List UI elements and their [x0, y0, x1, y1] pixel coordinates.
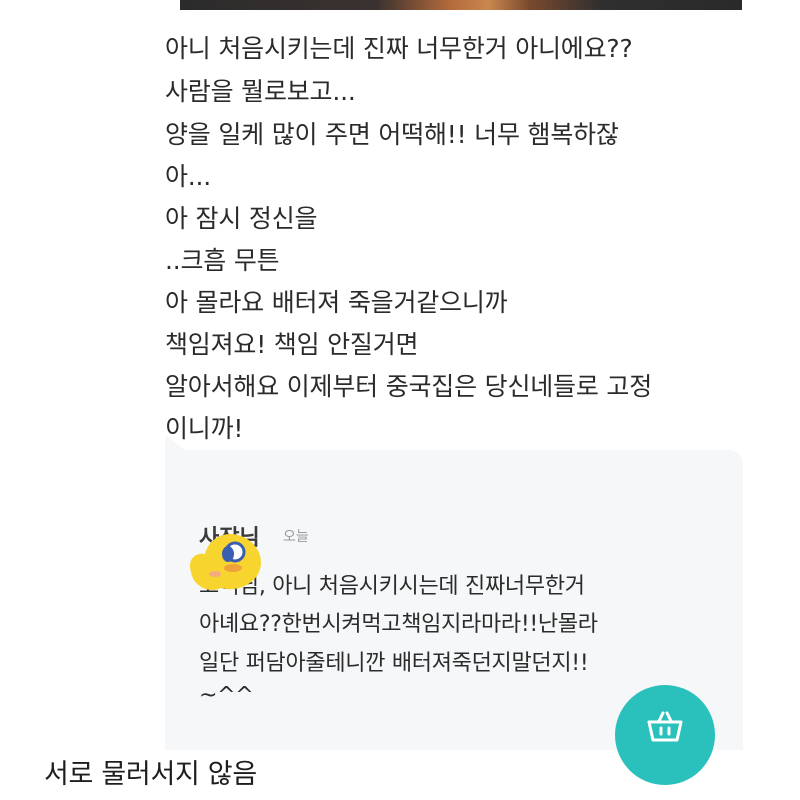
- reply-line: ~^^: [199, 683, 254, 708]
- reply-line: 일단 퍼담아줄테니깐 배터져죽던지말던지!!: [199, 651, 589, 676]
- review-line: 양을 일케 많이 주면 어떡해!! 너무 햄복하잖: [165, 120, 619, 149]
- reply-time: 오늘: [283, 529, 309, 545]
- review-line: 아 몰라요 배터져 죽을거같으니까: [165, 288, 508, 317]
- review-line: 아...: [165, 162, 212, 191]
- review-card: 아니 처음시키는데 진짜 너무한거 아니에요?? 사람을 뭘로보고... 양을 …: [165, 10, 755, 750]
- review-line: 아 잠시 정신을: [165, 204, 318, 233]
- duck-sticker-icon: [189, 534, 261, 591]
- review-line: 아니 처음시키는데 진짜 너무한거 아니에요??: [165, 34, 633, 63]
- shopping-basket-icon: [647, 711, 683, 742]
- review-line: 이니까!: [165, 414, 244, 443]
- review-line: 알아서해요 이제부터 중국집은 당신네들로 고정: [165, 372, 652, 401]
- review-line: 사람을 뭘로보고...: [165, 77, 356, 106]
- cart-button[interactable]: [615, 685, 715, 785]
- caption: 서로 물러서지 않음: [44, 759, 257, 790]
- reply-line: 아녜요??한번시켜먹고책임지라마라!!난몰라: [199, 612, 598, 637]
- food-photo-strip: [180, 0, 742, 10]
- review-line: 책임져요! 책임 안질거면: [165, 330, 419, 359]
- review-line: ..크흠 무튼: [165, 246, 280, 275]
